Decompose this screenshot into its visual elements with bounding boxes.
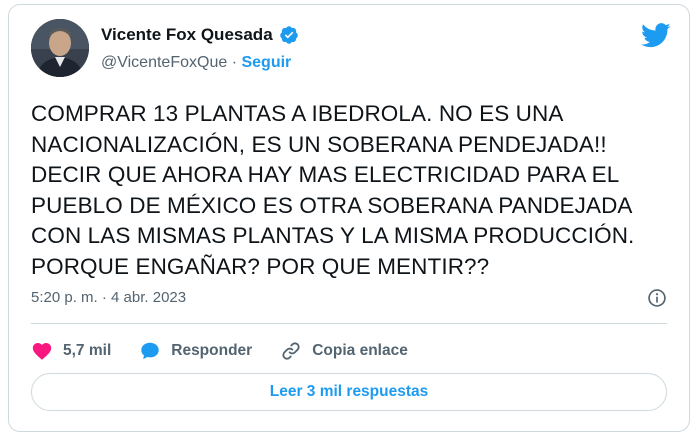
twitter-bird-icon[interactable] [641, 23, 671, 48]
tweet-card: Vicente Fox Quesada @VicenteFoxQue · Seg… [8, 4, 690, 432]
heart-icon [32, 343, 52, 360]
reply-label: Responder [171, 342, 253, 359]
author-handle[interactable]: @VicenteFoxQue [101, 54, 227, 71]
link-icon [282, 342, 300, 360]
reply-bubble-icon [141, 342, 159, 360]
copy-link-button[interactable]: Copia enlace [280, 340, 408, 362]
avatar-image [31, 19, 89, 77]
like-button[interactable]: 5,7 mil [31, 340, 111, 362]
tweet-timestamp[interactable]: 5:20 p. m. · 4 abr. 2023 [31, 289, 186, 306]
reply-button[interactable]: Responder [139, 340, 252, 362]
author-name-row: Vicente Fox Quesada [101, 25, 299, 45]
info-icon[interactable] [647, 288, 667, 308]
copy-link-label: Copia enlace [312, 342, 408, 359]
likes-count: 5,7 mil [63, 342, 112, 359]
handle-separator: · [231, 54, 238, 71]
author-name[interactable]: Vicente Fox Quesada [101, 25, 273, 45]
divider [31, 323, 667, 324]
read-replies-label: Leer 3 mil respuestas [269, 383, 429, 400]
verified-badge-icon [279, 26, 298, 44]
avatar[interactable] [31, 19, 89, 77]
read-replies-button[interactable]: Leer 3 mil respuestas [31, 373, 667, 411]
tweet-text: COMPRAR 13 PLANTAS A IBEDROLA. NO ES UNA… [31, 101, 635, 279]
action-bar: 5,7 mil Responder Copia enlace [31, 337, 436, 365]
follow-button[interactable]: Seguir [241, 54, 291, 71]
author-handle-row: @VicenteFoxQue · Seguir [101, 54, 291, 72]
